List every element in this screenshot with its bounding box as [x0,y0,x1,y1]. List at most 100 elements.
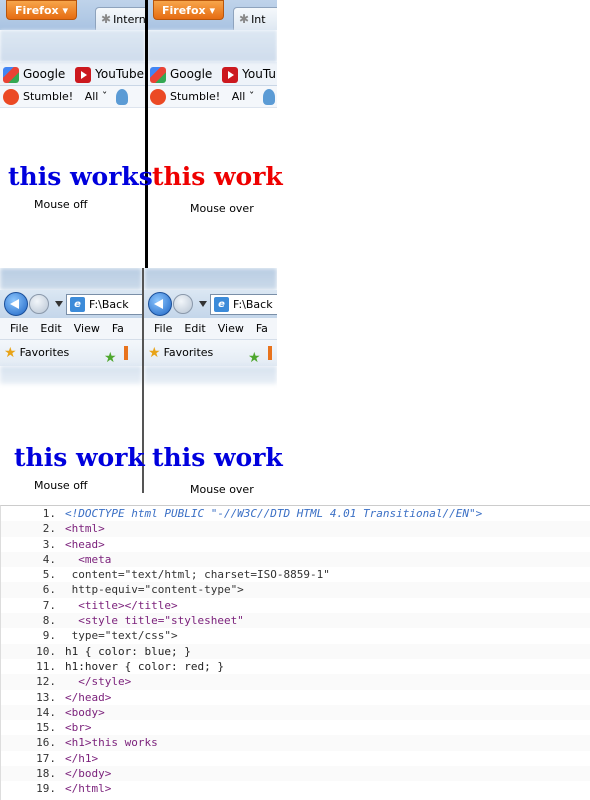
firefox-navbar-blurred [147,30,277,62]
address-text: F:\Back [233,298,273,311]
address-bar[interactable]: e F:\Back [210,294,277,315]
firefox-navbar-blurred [0,30,145,62]
ie-menubar: File Edit View Fa [144,318,277,340]
ie-heading-mouse-off[interactable]: this work [14,443,145,472]
page-icon: ✱ [239,12,250,26]
line-number: 14. [36,705,56,719]
back-icon[interactable] [148,292,172,316]
line-number: 16. [36,736,56,750]
ie-navbar: e F:\Back [144,290,277,318]
firefox-tab-label: Int [251,13,266,26]
line-number: 6. [42,583,56,597]
code-text: h1:hover { color: red; } [65,659,224,673]
firefox-tab[interactable]: ✱ Int [233,7,277,30]
history-dropdown-icon[interactable] [55,301,63,307]
thumbs-up-icon[interactable] [262,89,275,105]
line-number: 4. [42,552,56,566]
firefox-window-mouse-over: Firefox ▾ ✱Int Google YouTube Stumble! A… [147,0,277,265]
menu-file[interactable]: File [10,322,28,335]
code-text: </body> [65,767,112,781]
google-icon [3,66,19,83]
history-dropdown-icon[interactable] [199,301,207,307]
line-number: 2. [42,522,56,536]
line-number: 8. [42,614,56,628]
bookmark-youtube[interactable]: YouTube [242,67,277,81]
ie-titlebar-blurred [0,268,142,290]
ie-favorites-bar: ★ Favorites ★ [0,340,142,366]
ie-heading-mouse-over[interactable]: this work [152,443,283,472]
ie-caption-mouse-off: Mouse off [34,479,88,492]
bookmark-google[interactable]: Google [170,67,212,81]
line-number: 5. [42,568,56,582]
firefox-menu-button[interactable]: Firefox ▾ [153,0,224,20]
line-number: 15. [36,721,56,735]
bookmark-google[interactable]: Google [23,67,65,81]
menu-favorites[interactable]: Fa [112,322,124,335]
address-bar[interactable]: e F:\Back [66,294,142,315]
thumbs-up-icon[interactable] [115,89,128,105]
menu-edit[interactable]: Edit [184,322,205,335]
line-number: 7. [42,598,56,612]
stumbleupon-toolbar: Stumble! All ˇ [0,86,145,108]
line-number: 3. [42,537,56,551]
firefox-menu-label: Firefox [162,4,206,17]
code-line: 13. </head> [1,690,590,705]
stumble-button[interactable]: Stumble! [170,90,220,103]
forward-icon[interactable] [29,294,49,314]
google-icon [150,66,166,83]
ie-page-content [144,384,277,493]
forward-icon[interactable] [173,294,193,314]
favorites-star-icon: ★ [148,345,161,361]
stumble-all-dropdown[interactable]: All ˇ [85,90,108,103]
code-line: 11. h1:hover { color: red; } [1,659,590,674]
stumbleupon-icon [150,89,166,105]
menu-edit[interactable]: Edit [40,322,61,335]
firefox-tab[interactable]: ✱ Intern [95,7,145,30]
line-number: 13. [36,690,56,704]
ie-tab-blurred [144,366,277,384]
favorites-button[interactable]: Favorites [20,346,70,359]
stumble-all-dropdown[interactable]: All ˇ [232,90,255,103]
ie-tab-blurred [0,366,142,384]
code-line: 3. <head> [1,537,590,552]
code-text: <h1>this works [65,736,158,750]
heading-mouse-over[interactable]: this work [152,162,283,191]
code-line: 2. <html> [1,521,590,537]
back-icon[interactable] [4,292,28,316]
ie-favorites-bar: ★ Favorites ★ [144,340,277,366]
favorites-item-icon[interactable] [124,346,128,360]
firefox-titlebar: Firefox ▾ ✱ Intern [0,0,145,30]
caption-mouse-off: Mouse off [34,198,88,211]
firefox-menu-button[interactable]: Firefox ▾ [6,0,77,20]
line-number: 18. [36,767,56,781]
favorites-item-icon[interactable] [268,346,272,360]
code-text: h1 { color: blue; } [65,644,191,658]
ie-page-icon: e [214,297,229,312]
line-number: 12. [36,675,56,689]
code-text: </head> [65,690,112,704]
line-number: 9. [42,629,56,643]
favorites-button[interactable]: Favorites [164,346,214,359]
stumbleupon-icon [3,89,19,105]
line-number: 10. [36,644,56,658]
code-text: <title></title> [65,598,178,612]
code-line: 12. </style> [1,674,590,690]
code-line: 17. </h1> [1,751,590,766]
code-line: 16. <h1>this works [1,735,590,751]
line-number: 11. [36,659,56,673]
code-text: <meta [65,552,112,566]
code-text: content="text/html; charset=ISO-8859-1" [65,568,330,582]
ie-page-icon: e [70,297,85,312]
menu-favorites[interactable]: Fa [256,322,268,335]
code-line: 10. h1 { color: blue; } [1,643,590,659]
heading-mouse-off[interactable]: this works [8,162,153,191]
menu-view[interactable]: View [218,322,244,335]
stumble-button[interactable]: Stumble! [23,90,73,103]
code-text: <body> [65,705,105,719]
menu-view[interactable]: View [74,322,100,335]
menu-file[interactable]: File [154,322,172,335]
bookmark-youtube[interactable]: YouTube [95,67,144,81]
code-text: type="text/css"> [65,629,178,643]
code-line: 15. <br> [1,720,590,735]
code-text: http-equiv="content-type"> [65,583,244,597]
